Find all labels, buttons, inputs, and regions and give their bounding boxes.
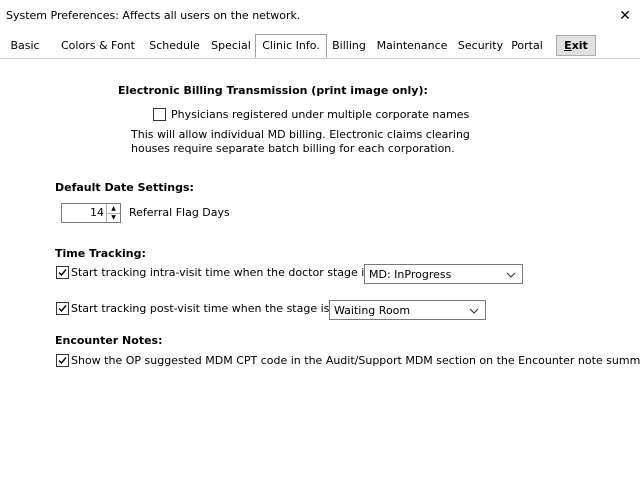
intra-visit-stage-value: MD: InProgress [369, 268, 452, 281]
tab-special[interactable]: Special [207, 36, 255, 55]
title-bar: System Preferences: Affects all users on… [0, 0, 640, 32]
post-visit-label: Start tracking post-visit time when the … [71, 302, 330, 315]
exit-button[interactable]: Exit [556, 35, 596, 56]
system-preferences-window: System Preferences: Affects all users on… [0, 0, 640, 497]
chevron-down-icon [506, 269, 516, 282]
intra-visit-checkbox[interactable] [56, 266, 69, 279]
tab-security[interactable]: Security [455, 36, 506, 55]
spin-down-button[interactable]: ▼ [107, 213, 120, 222]
tab-maintenance[interactable]: Maintenance [372, 36, 452, 55]
intra-visit-label: Start tracking intra-visit time when the… [71, 266, 371, 279]
tab-schedule[interactable]: Schedule [145, 36, 204, 55]
close-button[interactable]: ✕ [610, 0, 640, 32]
window-title: System Preferences: Affects all users on… [6, 9, 301, 22]
tab-billing[interactable]: Billing [328, 36, 370, 55]
post-visit-stage-value: Waiting Room [334, 304, 411, 317]
billing-description-line-1: This will allow individual MD billing. E… [131, 128, 470, 141]
time-tracking-heading: Time Tracking: [55, 247, 146, 260]
referral-flag-days-label: Referral Flag Days [129, 206, 230, 219]
mdm-cpt-code-label-clip: Show the OP suggested MDM CPT code in th… [71, 354, 640, 367]
referral-flag-days-spinner[interactable]: 14 ▲ ▼ [61, 203, 121, 223]
referral-flag-days-value: 14 [90, 206, 104, 219]
exit-label: xit [571, 39, 588, 52]
mdm-cpt-code-checkbox[interactable] [56, 354, 69, 367]
multiple-corporate-names-label: Physicians registered under multiple cor… [171, 108, 470, 121]
triangle-up-icon: ▲ [111, 205, 116, 212]
close-icon: ✕ [619, 8, 631, 24]
intra-visit-stage-select[interactable]: MD: InProgress [364, 264, 523, 284]
billing-heading: Electronic Billing Transmission (print i… [118, 84, 428, 97]
spinner-buttons: ▲ ▼ [106, 204, 120, 222]
billing-description-line-2: houses require separate batch billing fo… [131, 142, 455, 155]
exit-mnemonic: E [564, 39, 572, 52]
mdm-cpt-code-label: Show the OP suggested MDM CPT code in th… [71, 354, 640, 367]
tab-colors-font[interactable]: Colors & Font [56, 36, 140, 55]
post-visit-checkbox[interactable] [56, 302, 69, 315]
tab-bar: Basic Colors & Font Schedule Special Cli… [0, 34, 640, 59]
multiple-corporate-names-checkbox[interactable] [153, 108, 166, 121]
chevron-down-icon [469, 305, 479, 318]
triangle-down-icon: ▼ [111, 214, 116, 221]
checkmark-icon [58, 357, 67, 365]
post-visit-stage-select[interactable]: Waiting Room [329, 300, 486, 320]
checkmark-icon [58, 269, 67, 277]
tab-basic[interactable]: Basic [0, 36, 50, 55]
encounter-notes-heading: Encounter Notes: [55, 334, 163, 347]
checkmark-icon [58, 305, 67, 313]
tab-clinic-info[interactable]: Clinic Info. [255, 34, 327, 58]
date-settings-heading: Default Date Settings: [55, 181, 194, 194]
tab-portal[interactable]: Portal [508, 36, 546, 55]
